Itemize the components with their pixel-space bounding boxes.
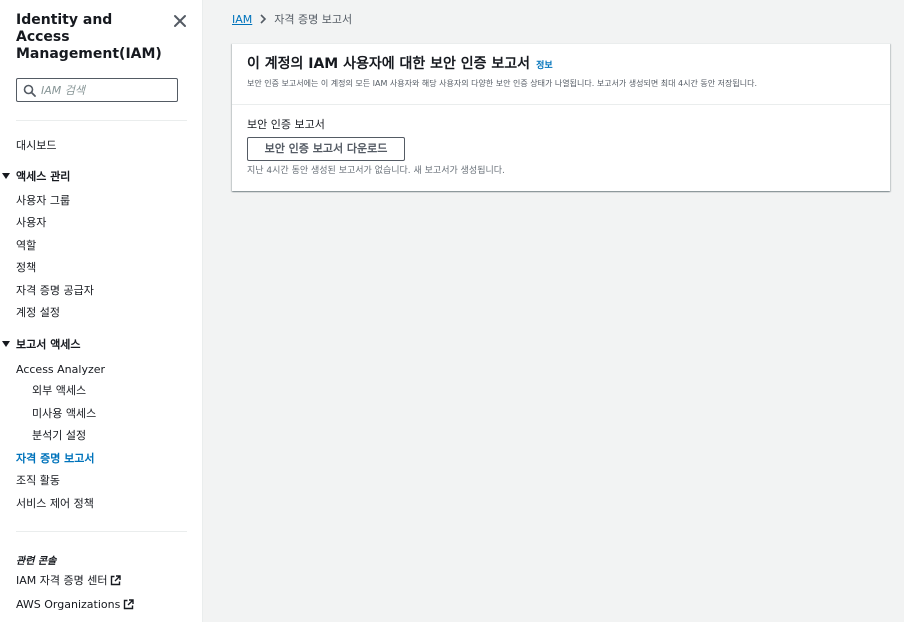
caret-down-icon	[2, 341, 10, 347]
sidebar-item-external-access[interactable]: 외부 액세스	[32, 384, 86, 398]
field-hint: 지난 4시간 동안 생성된 보고서가 없습니다. 새 보고서가 생성됩니다.	[247, 166, 505, 176]
close-icon[interactable]	[172, 13, 188, 29]
external-link-icon	[111, 574, 122, 585]
section-label: 액세스 관리	[16, 170, 71, 183]
sidebar-item-roles[interactable]: 역할	[16, 239, 36, 253]
panel-description: 보안 인증 보고서에는 이 계정의 모든 IAM 사용자와 해당 사용자의 다양…	[247, 79, 758, 88]
related-link-organizations[interactable]: AWS Organizations	[16, 598, 135, 612]
sidebar-item-users[interactable]: 사용자	[16, 216, 46, 230]
caret-down-icon	[2, 173, 10, 179]
sidebar-item-account-settings[interactable]: 계정 설정	[16, 306, 60, 320]
search-input[interactable]	[41, 81, 173, 99]
info-link[interactable]: 정보	[536, 61, 553, 71]
sidebar-item-analyzer-settings[interactable]: 분석기 설정	[32, 429, 86, 443]
breadcrumb: IAM 자격 증명 보고서	[232, 13, 352, 27]
sidebar-item-unused-access[interactable]: 미사용 액세스	[32, 407, 96, 421]
sidebar-item-scps[interactable]: 서비스 제어 정책	[16, 497, 94, 511]
related-link-label: IAM 자격 증명 센터	[16, 574, 108, 587]
breadcrumb-current: 자격 증명 보고서	[274, 13, 353, 26]
sidebar: Identity and Access Management(IAM) 대시보드…	[0, 0, 203, 622]
section-access-management[interactable]: 액세스 관리	[2, 170, 70, 184]
sidebar-item-credential-report[interactable]: 자격 증명 보고서	[16, 452, 95, 466]
sidebar-title: Identity and Access Management(IAM)	[16, 12, 162, 62]
sidebar-item-identity-providers[interactable]: 자격 증명 공급자	[16, 284, 94, 298]
sidebar-divider	[16, 531, 187, 532]
panel-title: 이 계정의 IAM 사용자에 대한 보안 인증 보고서 정보	[247, 55, 553, 75]
search-box[interactable]	[16, 78, 178, 102]
section-label: 보고서 액세스	[16, 338, 81, 351]
sidebar-item-organization-activity[interactable]: 조직 활동	[16, 474, 60, 488]
sidebar-item-access-analyzer[interactable]: Access Analyzer	[16, 363, 105, 377]
related-link-label: AWS Organizations	[16, 598, 121, 611]
related-link-identity-center[interactable]: IAM 자격 증명 센터	[16, 574, 122, 588]
download-report-button[interactable]: 보안 인증 보고서 다운로드	[247, 137, 405, 161]
section-access-reports[interactable]: 보고서 액세스	[2, 338, 81, 352]
sidebar-item-dashboard[interactable]: 대시보드	[16, 139, 56, 153]
sidebar-item-user-groups[interactable]: 사용자 그룹	[16, 194, 70, 208]
external-link-icon	[124, 598, 135, 609]
related-consoles-title: 관련 콘솔	[16, 556, 57, 567]
panel-title-text: 이 계정의 IAM 사용자에 대한 보안 인증 보고서	[247, 56, 531, 72]
search-icon	[23, 84, 36, 97]
field-label: 보안 인증 보고서	[247, 118, 325, 131]
sidebar-divider	[16, 120, 187, 121]
panel-header: 이 계정의 IAM 사용자에 대한 보안 인증 보고서 정보 보안 인증 보고서에…	[232, 44, 890, 105]
breadcrumb-iam-link[interactable]: IAM	[232, 13, 252, 26]
chevron-right-icon	[260, 14, 267, 24]
sidebar-item-policies[interactable]: 정책	[16, 261, 36, 275]
credential-report-panel: 이 계정의 IAM 사용자에 대한 보안 인증 보고서 정보 보안 인증 보고서에…	[232, 43, 890, 191]
